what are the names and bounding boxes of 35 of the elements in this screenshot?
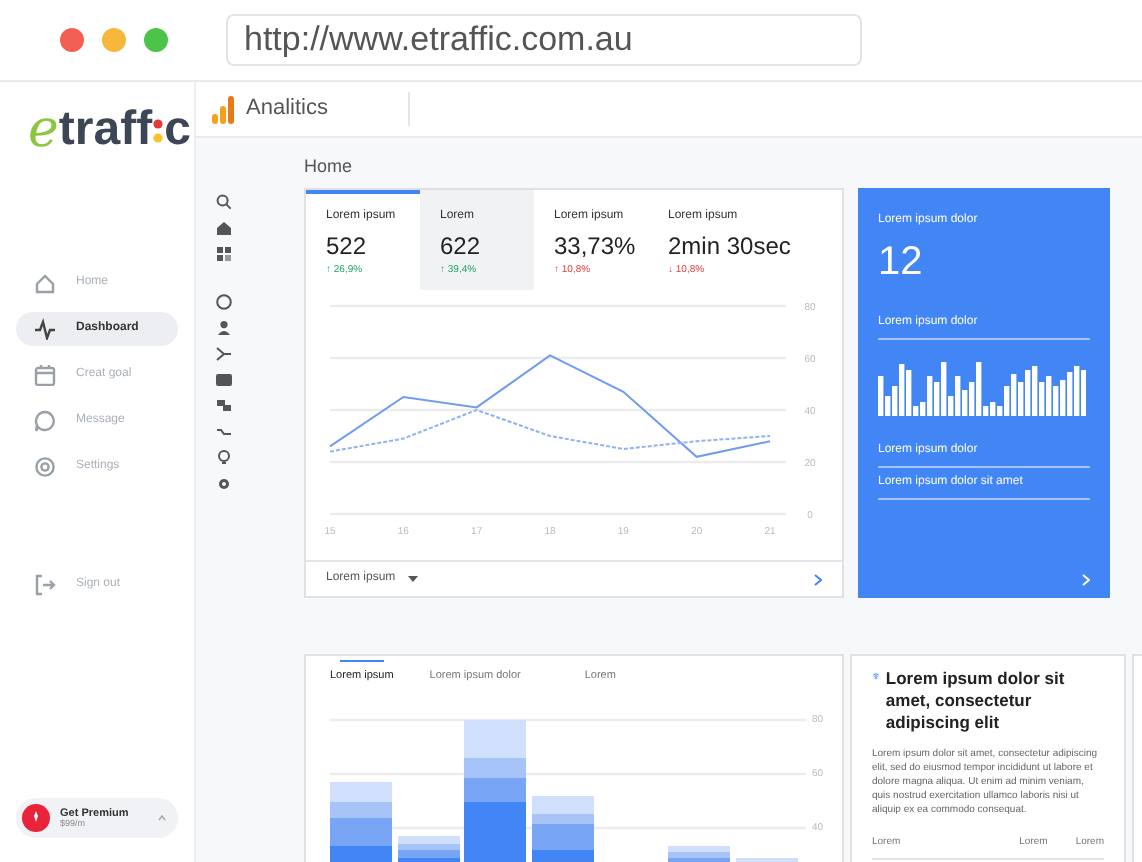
settings-icon — [34, 456, 56, 478]
person-icon[interactable] — [216, 320, 232, 336]
pulse-icon — [34, 318, 56, 340]
address-bar[interactable]: http://www.etraffic.com.au — [226, 14, 862, 66]
medal-icon — [22, 804, 50, 832]
chevron-up-icon — [158, 814, 166, 822]
chevron-right-icon[interactable] — [814, 573, 822, 585]
grid-icon[interactable] — [216, 246, 232, 262]
wave-icon[interactable] — [216, 424, 232, 440]
card-title: Lorem ipsum dolor sit amet, consectetur adipiscing elit — [885, 668, 1067, 734]
chat-icon — [34, 410, 56, 432]
circle-icon[interactable] — [216, 294, 232, 310]
bar-chart-icon — [212, 95, 234, 123]
fork-icon[interactable] — [216, 346, 232, 362]
caret-icon — [407, 576, 418, 582]
settings-icon[interactable] — [216, 476, 232, 492]
dots-icon — [152, 114, 165, 146]
logo-letter: e — [28, 97, 59, 163]
sign-out-icon — [34, 574, 56, 596]
home-icon — [34, 272, 56, 294]
card-value: 12 — [878, 242, 925, 282]
wifi-icon — [872, 668, 880, 684]
header-title: Analitics — [246, 92, 410, 126]
metric-value: 522 — [326, 230, 369, 262]
search-icon[interactable] — [216, 194, 232, 210]
square-icon[interactable] — [216, 372, 232, 388]
metric-value: 2min 30sec — [668, 230, 793, 262]
logo-text: traff — [58, 100, 153, 160]
bulb-icon[interactable] — [216, 450, 232, 466]
metric-value: 622 — [440, 230, 483, 262]
page-title: Home — [304, 154, 355, 180]
home-icon[interactable] — [216, 220, 232, 236]
blocks-icon[interactable] — [216, 398, 232, 414]
calendar-icon — [34, 364, 56, 386]
logo-text: c — [164, 100, 191, 160]
